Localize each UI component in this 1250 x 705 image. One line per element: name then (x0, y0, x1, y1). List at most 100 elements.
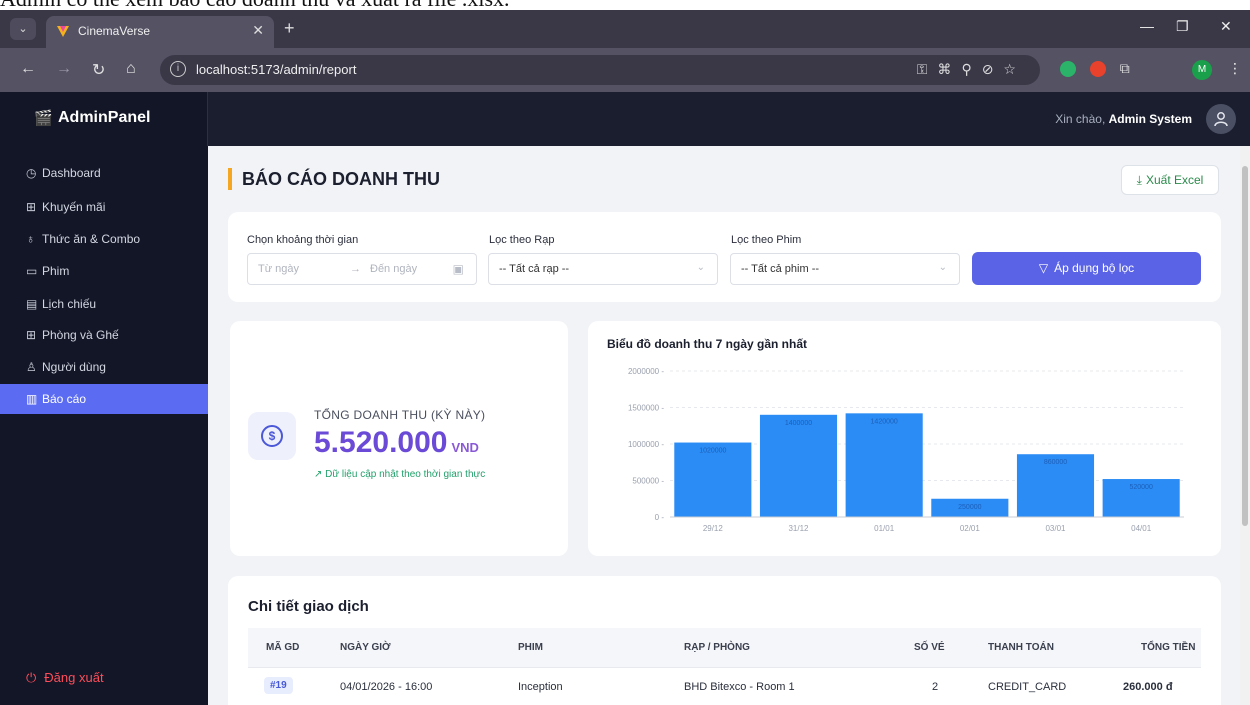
x-tick-label: 01/01 (874, 524, 895, 533)
y-tick-label: 0 - (655, 513, 665, 522)
apply-filter-button[interactable]: ▽ Áp dụng bộ lọc (972, 252, 1201, 285)
sidebar-item-reports[interactable]: ▥ Báo cáo (0, 384, 208, 414)
bar-data-label: 250000 (958, 504, 981, 511)
filter-card: Chọn khoảng thời gian Từ ngày → Đến ngày… (228, 212, 1221, 302)
cinema-select[interactable]: -- Tất cả rạp -- ⌄ (488, 253, 718, 285)
transaction-datetime: 04/01/2026 - 16:00 (340, 681, 433, 693)
trend-up-icon: ↗ (314, 469, 326, 480)
bar-data-label: 1400000 (785, 420, 812, 427)
from-date-input[interactable]: Từ ngày (258, 263, 299, 275)
tab-search-button[interactable]: ⌄ (10, 18, 36, 40)
tab-close-icon[interactable]: ✕ (252, 22, 264, 39)
column-header[interactable]: MÃ GD (266, 642, 299, 653)
x-tick-label: 04/01 (1131, 524, 1152, 533)
export-excel-button[interactable]: ⤓ Xuất Excel (1121, 165, 1219, 195)
y-tick-label: 2000000 - (628, 367, 664, 376)
site-info-icon[interactable]: i (170, 61, 186, 77)
revenue-value: 5.520.000 VND (314, 426, 479, 459)
greeting: Xin chào, Admin System (1055, 112, 1192, 126)
app-favicon-icon (57, 26, 69, 37)
sidebar-item-promotions[interactable]: ⊞ Khuyến mãi (0, 192, 208, 222)
page-scrollbar[interactable] (1240, 146, 1250, 705)
revenue-label: TỔNG DOANH THU (KỲ NÀY) (314, 408, 486, 422)
brand-name: AdminPanel (58, 109, 151, 126)
gift-icon: ⊞ (26, 200, 37, 214)
restore-icon[interactable]: ❐ (1176, 18, 1189, 35)
sidebar-item-dashboard[interactable]: ◷ Dashboard (0, 158, 208, 188)
currency-unit: VND (451, 440, 479, 455)
bar-data-label: 1420000 (871, 418, 898, 425)
caption-text: Admin có thể xem báo cáo doanh thu và xu… (0, 0, 510, 10)
sidebar: ◷ Dashboard ⊞ Khuyến mãi ♁ Thức ăn & Com… (0, 146, 208, 705)
calendar-icon: ▤ (26, 297, 38, 311)
food-icon: ♁ (26, 232, 35, 246)
more-menu-icon[interactable]: ⋮ (1228, 60, 1242, 77)
clapperboard-icon: 🎬 (34, 110, 53, 127)
adblock-icon[interactable] (1089, 61, 1106, 78)
sidebar-item-showtimes[interactable]: ▤ Lịch chiếu (0, 289, 208, 319)
minimize-icon[interactable]: — (1140, 18, 1154, 34)
x-tick-label: 29/12 (703, 524, 724, 533)
app-header: 🎬 AdminPanel Xin chào, Admin System (0, 92, 1250, 146)
column-header[interactable]: THANH TOÁN (988, 642, 1054, 653)
back-icon[interactable]: ← (20, 60, 36, 78)
new-tab-icon[interactable]: + (284, 18, 295, 39)
home-icon[interactable]: ⌂ (126, 60, 136, 78)
user-name: Admin System (1108, 112, 1192, 126)
forward-icon[interactable]: → (56, 60, 72, 78)
date-range-label: Chọn khoảng thời gian (247, 234, 359, 246)
user-avatar-icon[interactable] (1206, 104, 1236, 134)
cinema-filter-label: Lọc theo Rạp (489, 234, 555, 246)
profile-avatar[interactable]: M (1192, 60, 1212, 80)
revenue-bar[interactable] (845, 413, 923, 517)
brand[interactable]: 🎬 AdminPanel (0, 92, 208, 146)
puzzle-icon[interactable]: ⧉ (1120, 60, 1130, 76)
bar-data-label: 860000 (1044, 459, 1067, 466)
movie-select[interactable]: -- Tất cả phim -- ⌄ (730, 253, 960, 285)
revenue-summary-card: $ TỔNG DOANH THU (KỲ NÀY) 5.520.000 VND ↗… (230, 321, 568, 556)
sidebar-item-food-combo[interactable]: ♁ Thức ăn & Combo (0, 224, 208, 254)
column-header[interactable]: SỐ VÉ (914, 642, 945, 653)
revenue-bar-chart: 0 - 500000 - 1000000 - 1500000 - 2000000 - 10… (628, 367, 1184, 533)
dollar-icon: $ (248, 412, 296, 460)
revenue-bar[interactable] (759, 414, 838, 517)
bar-data-label: 1020000 (699, 448, 726, 455)
bar-data-label: 520000 (1129, 484, 1152, 491)
extension-icon[interactable] (1060, 61, 1076, 78)
transaction-total: 260.000 đ (1123, 681, 1173, 693)
transaction-room: BHD Bitexco - Room 1 (684, 681, 795, 693)
to-date-input[interactable]: Đến ngày (370, 263, 417, 275)
sidebar-item-rooms-seats[interactable]: ⊞ Phòng và Ghế (0, 320, 208, 350)
table-row[interactable]: #19 04/01/2026 - 16:00 Inception BHD Bit… (248, 668, 1201, 705)
browser-tab-bar: ⌄ CinemaVerse ✕ + — ❐ ✕ (0, 10, 1250, 48)
sidebar-item-movies[interactable]: ▭ Phim (0, 256, 208, 286)
column-header[interactable]: TỔNG TIỀN (1141, 642, 1195, 653)
browser-tab[interactable]: CinemaVerse ✕ (46, 16, 274, 48)
omnibox[interactable]: i localhost:5173/admin/report ⚿⌘⚲⊘☆ (160, 55, 1040, 85)
transaction-id-badge[interactable]: #19 (264, 677, 293, 694)
date-range-picker[interactable]: Từ ngày → Đến ngày ▣ (247, 253, 477, 285)
transaction-payment: CREDIT_CARD (988, 681, 1067, 693)
dashboard-icon: ◷ (26, 166, 37, 180)
arrow-right-icon: → (350, 263, 361, 275)
film-icon: ▭ (26, 264, 38, 278)
omnibox-action-icons[interactable]: ⚿⌘⚲⊘☆ (917, 61, 1026, 78)
transactions-card: Chi tiết giao dịch MÃ GD NGÀY GIỜ PHIM R… (228, 576, 1221, 705)
reload-icon[interactable]: ↻ (92, 60, 105, 80)
url-text[interactable]: localhost:5173/admin/report (196, 62, 356, 77)
user-icon: ♙ (26, 360, 37, 374)
column-header[interactable]: NGÀY GIỜ (340, 642, 391, 653)
x-tick-label: 31/12 (788, 524, 809, 533)
column-header[interactable]: RẠP / PHÒNG (684, 642, 750, 653)
grid-icon: ⊞ (26, 328, 37, 342)
scrollbar-thumb[interactable] (1242, 166, 1248, 526)
close-window-icon[interactable]: ✕ (1220, 18, 1232, 35)
column-header[interactable]: PHIM (518, 642, 543, 653)
sidebar-item-users[interactable]: ♙ Người dùng (0, 352, 208, 382)
y-tick-label: 1500000 - (628, 404, 664, 413)
filter-icon: ▽ (1038, 261, 1049, 275)
logout-button[interactable]: ⏻ Đăng xuất (26, 670, 104, 686)
chart-icon: ▥ (26, 392, 38, 406)
realtime-note: ↗ Dữ liệu cập nhật theo thời gian thực (314, 469, 486, 480)
transactions-title: Chi tiết giao dịch (248, 598, 369, 615)
